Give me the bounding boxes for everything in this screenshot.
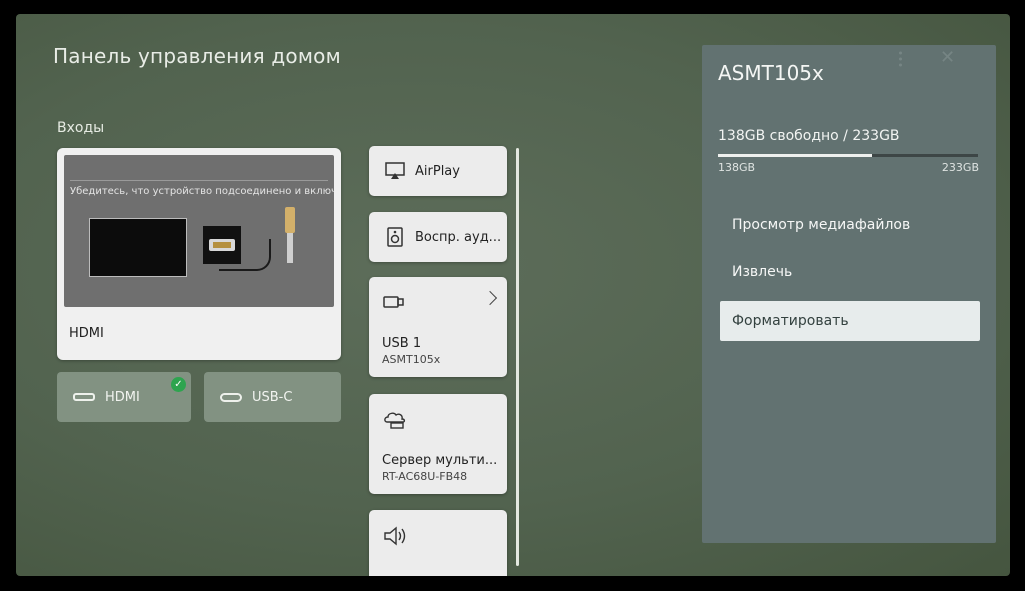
check-icon: ✓: [171, 377, 186, 392]
hdmi-plug-icon: [285, 207, 295, 233]
connection-illustration: Убедитесь, что устройство подсоединено и…: [64, 155, 334, 307]
source-hdmi-button[interactable]: HDMI ✓: [57, 372, 191, 422]
input-preview-card[interactable]: Убедитесь, что устройство подсоединено и…: [57, 148, 341, 360]
source-usb-c-button[interactable]: USB-C: [204, 372, 341, 422]
device-sound[interactable]: [369, 510, 507, 576]
menu-label: Просмотр медиафайлов: [732, 217, 911, 233]
device-label: AirPlay: [415, 163, 460, 179]
preview-label: HDMI: [69, 326, 104, 341]
speaker-icon: [385, 227, 405, 247]
volume-icon: [383, 526, 406, 546]
device-label: Сервер мульти...: [382, 453, 498, 468]
close-icon[interactable]: ✕: [940, 47, 955, 68]
device-sublabel: RT-AC68U-FB48: [382, 470, 468, 483]
cable-icon: [219, 239, 271, 271]
usb-device-panel: ✕ ASMT105x 138GB свободно / 233GB 138GB …: [702, 45, 996, 543]
storage-min-label: 138GB: [718, 161, 756, 174]
hdmi-port-icon: [73, 393, 95, 401]
hdmi-plug-body-icon: [287, 233, 293, 263]
chevron-right-icon: [482, 290, 498, 306]
tv-display: Панель управления домом Входы Убедитесь,…: [16, 14, 1010, 576]
connection-hint: Убедитесь, что устройство подсоединено и…: [70, 186, 334, 197]
device-name: ASMT105x: [718, 61, 824, 85]
storage-summary: 138GB свободно / 233GB: [718, 128, 900, 144]
tv-icon: [89, 218, 187, 277]
storage-bar: [718, 154, 978, 157]
device-media-server[interactable]: Сервер мульти... RT-AC68U-FB48: [369, 394, 507, 494]
usb-drive-icon: [383, 293, 405, 311]
storage-bar-fill: [718, 154, 872, 157]
device-airplay[interactable]: AirPlay: [369, 146, 507, 196]
page-title: Панель управления домом: [53, 44, 341, 68]
device-label: USB 1: [382, 336, 422, 351]
source-label: HDMI: [105, 389, 140, 405]
device-audio-playback[interactable]: Воспр. ауд...: [369, 212, 507, 262]
airplay-icon: [385, 162, 405, 180]
menu-label: Форматировать: [732, 313, 849, 329]
menu-format[interactable]: Форматировать: [720, 301, 980, 341]
device-sublabel: ASMT105x: [382, 353, 441, 366]
menu-view-media[interactable]: Просмотр медиафайлов: [720, 205, 980, 245]
screen: Панель управления домом Входы Убедитесь,…: [0, 0, 1025, 591]
media-server-icon: [383, 410, 406, 429]
device-usb1[interactable]: USB 1 ASMT105x: [369, 277, 507, 377]
usb-c-port-icon: [220, 392, 242, 402]
storage-max-label: 233GB: [941, 161, 979, 174]
source-label: USB-C: [252, 389, 293, 405]
inputs-heading: Входы: [57, 120, 105, 136]
menu-eject[interactable]: Извлечь: [720, 252, 980, 292]
device-label: Воспр. ауд...: [415, 229, 502, 245]
more-options-icon[interactable]: [899, 51, 902, 67]
menu-label: Извлечь: [732, 264, 793, 280]
divider: [70, 180, 328, 181]
device-list-scrollbar[interactable]: [516, 148, 519, 566]
